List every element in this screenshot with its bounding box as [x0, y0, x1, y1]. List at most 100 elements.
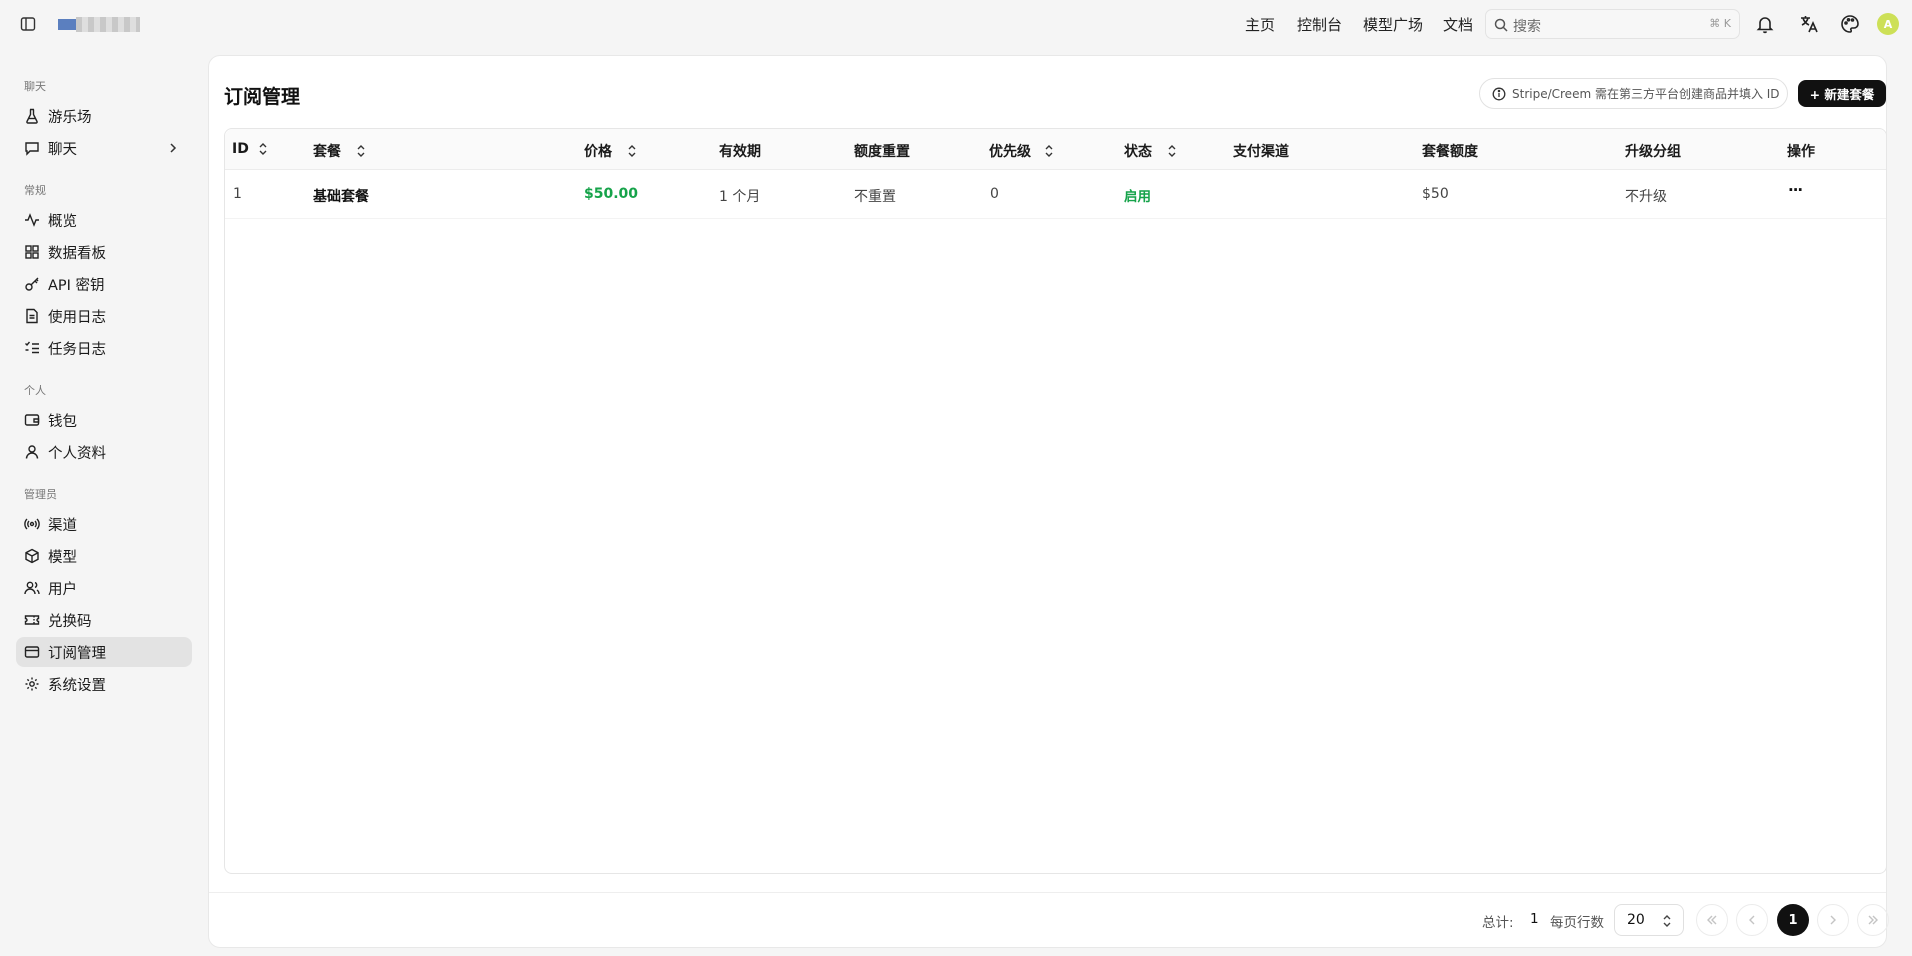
sidebar-item-label: 数据看板: [48, 245, 106, 262]
column-header-price[interactable]: 价格: [584, 141, 638, 161]
cube-icon: [25, 548, 39, 564]
prev-page-button[interactable]: [1736, 904, 1768, 936]
nav-model-plaza[interactable]: 模型广场: [1363, 14, 1423, 35]
rows-per-page-value: 20: [1627, 912, 1645, 928]
bell-icon[interactable]: [1755, 14, 1775, 34]
column-header-label: 套餐: [313, 144, 341, 160]
sort-icon[interactable]: [1043, 144, 1055, 158]
sidebar-item-profile[interactable]: 个人资料: [16, 437, 192, 467]
card-icon: [24, 646, 40, 658]
sidebar-item-playground[interactable]: 游乐场: [16, 101, 192, 131]
info-notice-text: Stripe/Creem 需在第三方平台创建商品并填入 ID: [1512, 87, 1780, 101]
more-actions-button[interactable]: ···: [1788, 181, 1803, 199]
sidebar-item-label: 钱包: [48, 413, 77, 430]
sort-icon[interactable]: [355, 144, 367, 158]
page-button-current[interactable]: 1: [1777, 904, 1809, 936]
sidebar-item-overview[interactable]: 概览: [16, 205, 192, 235]
next-page-button[interactable]: [1817, 904, 1849, 936]
ticket-icon: [24, 615, 40, 625]
last-page-button[interactable]: [1857, 904, 1889, 936]
sidebar-item-users[interactable]: 用户: [16, 573, 192, 603]
column-header-plan[interactable]: 套餐: [313, 141, 367, 161]
sidebar-item-label: 概览: [48, 213, 77, 230]
sidebar-item-label: 聊天: [48, 141, 77, 158]
sidebar-item-label: 用户: [48, 581, 77, 598]
sidebar-item-label: 个人资料: [48, 445, 106, 462]
sidebar-item-api-keys[interactable]: API 密钥: [16, 269, 192, 299]
column-header-plan-quota: 套餐额度: [1422, 144, 1478, 160]
cell-quota-reset: 不重置: [854, 189, 896, 205]
sidebar-item-redeem-codes[interactable]: 兑换码: [16, 605, 192, 635]
cell-duration: 1 个月: [719, 189, 761, 205]
row-divider: [225, 218, 1886, 219]
sidebar-item-dashboard[interactable]: 数据看板: [16, 237, 192, 267]
nav-console[interactable]: 控制台: [1297, 14, 1342, 35]
sidebar-section-general: 常规: [24, 184, 46, 197]
sidebar-item-label: 兑换码: [48, 613, 92, 630]
column-header-status[interactable]: 状态: [1124, 141, 1178, 161]
sidebar-item-task-logs[interactable]: 任务日志: [16, 333, 192, 363]
sidebar-item-label: 模型: [48, 549, 77, 566]
cell-price: $50.00: [584, 186, 639, 202]
gear-icon: [25, 677, 39, 691]
key-icon: [25, 277, 39, 291]
translate-icon[interactable]: [1799, 14, 1819, 34]
chevron-right-icon[interactable]: [166, 141, 180, 155]
sidebar-item-settings[interactable]: 系统设置: [16, 669, 192, 699]
radio-icon: [24, 518, 40, 530]
user-icon: [25, 445, 39, 459]
sidebar-item-models[interactable]: 模型: [16, 541, 192, 571]
sidebar-section-admin: 管理员: [24, 488, 57, 501]
column-header-upgrade-group: 升级分组: [1625, 144, 1681, 160]
search-placeholder: 搜索: [1513, 19, 1541, 35]
activity-icon: [25, 213, 39, 227]
dashboard-icon: [25, 245, 39, 259]
sidebar-item-label: 使用日志: [48, 309, 106, 326]
column-header-payment-channel: 支付渠道: [1233, 144, 1289, 160]
page-title: 订阅管理: [224, 86, 301, 108]
sidebar-section-personal: 个人: [24, 384, 46, 397]
chevrons-right-icon: [1868, 915, 1878, 925]
sort-icon[interactable]: [626, 144, 638, 158]
column-header-id[interactable]: ID: [232, 141, 269, 157]
new-plan-button[interactable]: + 新建套餐: [1798, 80, 1886, 107]
sidebar-item-label: 订阅管理: [48, 645, 106, 662]
sidebar-item-wallet[interactable]: 钱包: [16, 405, 192, 435]
list-check-icon: [25, 341, 39, 354]
top-bar: 主页 控制台 模型广场 文档 搜索 ⌘ K A: [0, 0, 1912, 48]
column-header-label: ID: [232, 141, 249, 157]
sidebar-toggle-icon[interactable]: [20, 16, 36, 32]
column-header-quota-reset: 额度重置: [854, 144, 910, 160]
search-input[interactable]: 搜索 ⌘ K: [1485, 9, 1740, 39]
cell-id: 1: [233, 186, 242, 202]
chevron-updown-icon: [1661, 914, 1673, 932]
column-header-label: 状态: [1124, 144, 1152, 160]
sidebar-item-channels[interactable]: 渠道: [16, 509, 192, 539]
sidebar-item-subscriptions[interactable]: 订阅管理: [16, 637, 192, 667]
cell-priority: 0: [990, 186, 999, 202]
sort-icon[interactable]: [257, 142, 269, 156]
footer-divider: [209, 892, 1886, 893]
flask-icon: [26, 108, 38, 124]
nav-docs[interactable]: 文档: [1443, 14, 1473, 35]
sidebar-item-usage-logs[interactable]: 使用日志: [16, 301, 192, 331]
cell-upgrade-group: 不升级: [1625, 189, 1667, 205]
rows-per-page-select[interactable]: 20: [1614, 904, 1684, 936]
sort-icon[interactable]: [1166, 144, 1178, 158]
file-icon: [26, 308, 38, 324]
total-label: 总计:: [1482, 915, 1514, 931]
column-header-label: 优先级: [989, 144, 1031, 160]
nav-home[interactable]: 主页: [1245, 14, 1275, 35]
column-header-priority[interactable]: 优先级: [989, 141, 1055, 161]
app-logo[interactable]: [58, 17, 140, 33]
avatar[interactable]: A: [1877, 13, 1899, 35]
chevron-right-icon: [1830, 915, 1836, 925]
palette-icon[interactable]: [1840, 14, 1860, 34]
first-page-button[interactable]: [1696, 904, 1728, 936]
column-header-actions: 操作: [1787, 144, 1815, 160]
search-icon: [1494, 17, 1508, 36]
sidebar-item-chat[interactable]: 聊天: [16, 133, 192, 163]
search-shortcut: ⌘ K: [1709, 17, 1731, 30]
sidebar-item-label: API 密钥: [48, 277, 105, 294]
wallet-icon: [24, 414, 40, 426]
